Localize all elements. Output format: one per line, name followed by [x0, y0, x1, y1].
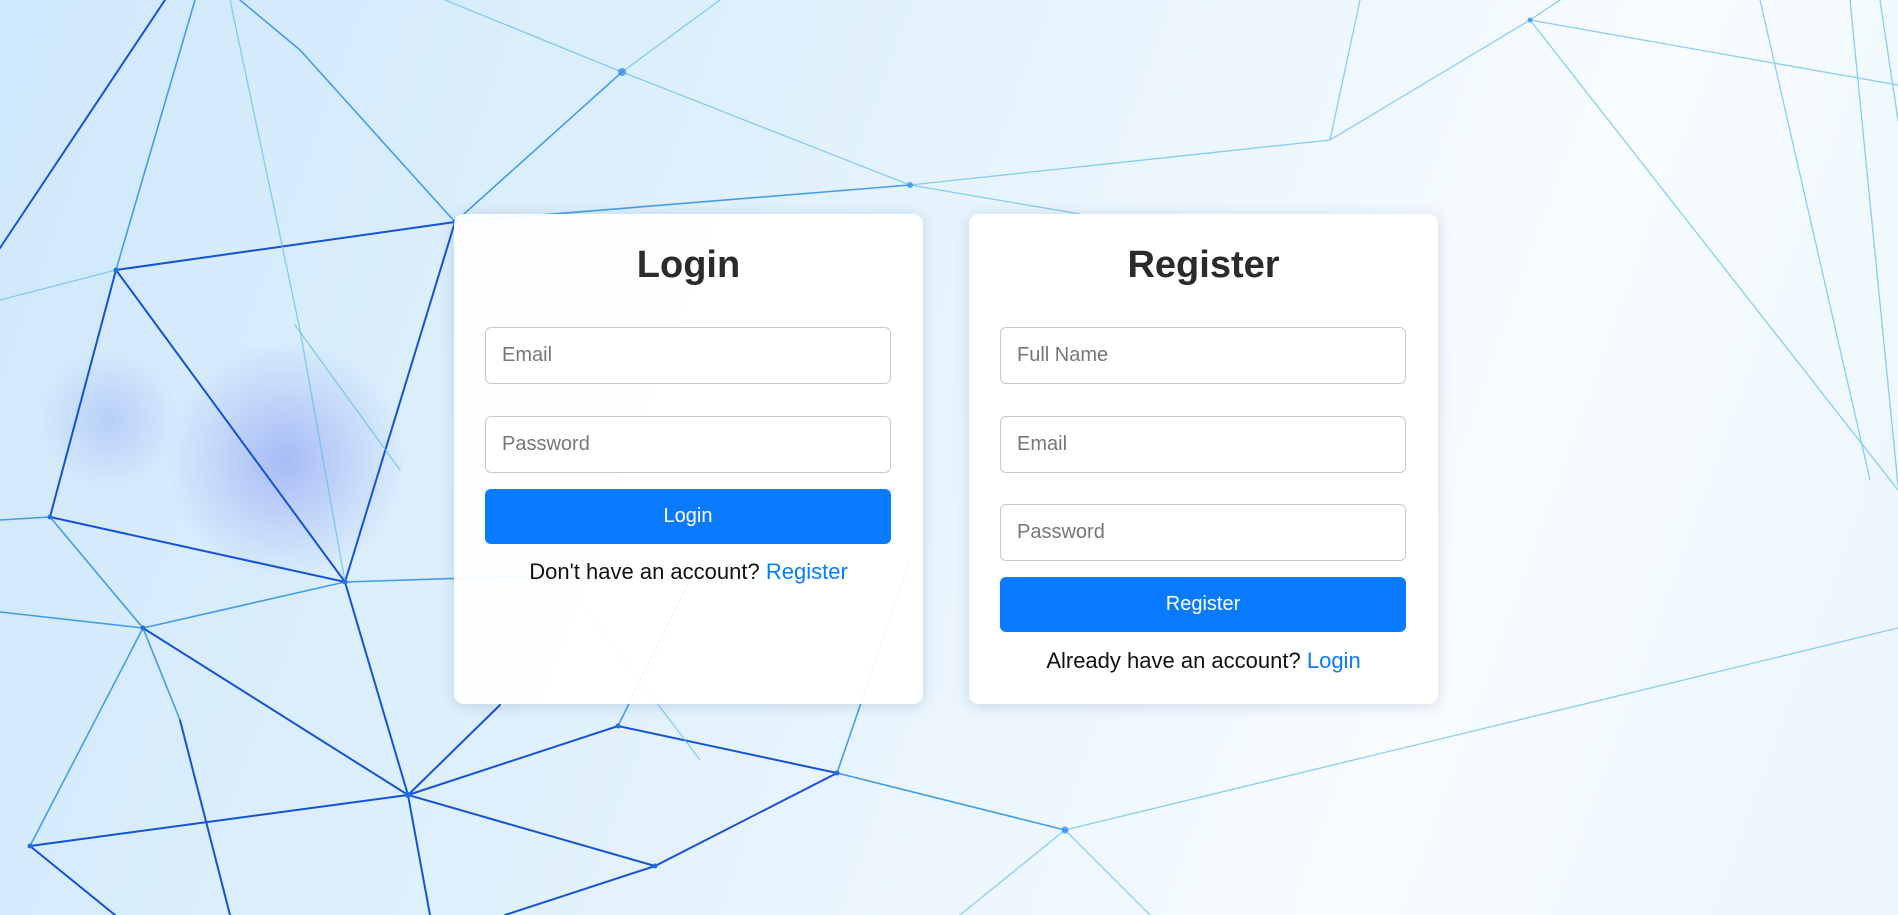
login-password-input[interactable]	[485, 416, 891, 473]
register-switch-prompt: Already have an account?	[1046, 648, 1301, 673]
register-card: Register Register Already have an accoun…	[969, 214, 1438, 704]
register-fullname-input[interactable]	[1000, 327, 1406, 384]
login-email-input[interactable]	[485, 327, 891, 384]
register-button[interactable]: Register	[1000, 577, 1406, 632]
register-password-input[interactable]	[1000, 504, 1406, 561]
login-switch-prompt: Don't have an account?	[529, 559, 760, 584]
login-switch-line: Don't have an account? Register	[454, 559, 923, 585]
register-email-input[interactable]	[1000, 416, 1406, 473]
login-card: Login Login Don't have an account? Regis…	[454, 214, 923, 704]
register-link[interactable]: Register	[766, 559, 848, 584]
background-network-illustration	[0, 0, 1898, 915]
register-title: Register	[1127, 244, 1280, 286]
login-title: Login	[636, 244, 741, 286]
login-button[interactable]: Login	[485, 489, 891, 544]
login-link[interactable]: Login	[1307, 648, 1361, 673]
register-switch-line: Already have an account? Login	[969, 648, 1438, 674]
